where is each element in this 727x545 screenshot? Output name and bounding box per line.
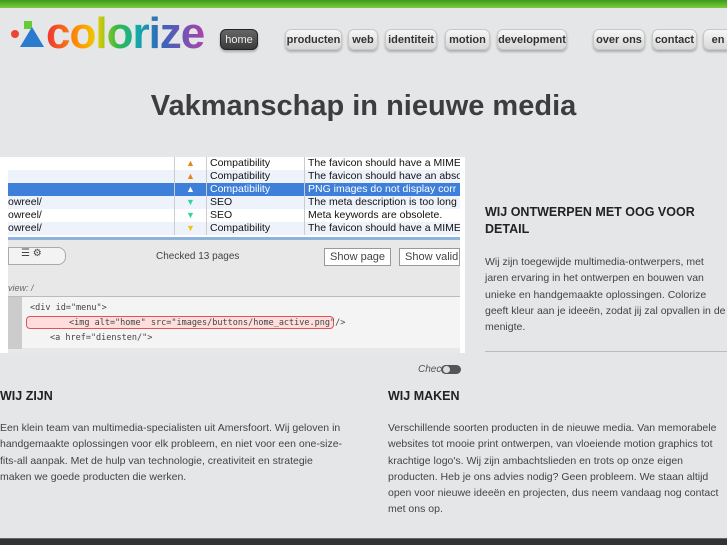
section-maken-text: Verschillende soorten producten in de ni…: [388, 422, 719, 516]
message-cell: PNG images do not display corr: [308, 183, 457, 195]
code-line: <a href="diensten/">: [50, 333, 153, 343]
show-page-button: Show page: [324, 248, 392, 266]
url-cell: owreel/: [8, 222, 175, 235]
category-cell: SEO: [207, 196, 305, 209]
code-line: <div id="menu">: [30, 303, 107, 313]
nav-identiteit[interactable]: identiteit: [385, 29, 437, 50]
nav-home[interactable]: home: [220, 29, 258, 50]
slide-caption: Chec: [418, 364, 462, 375]
info-yellow-icon: ▼: [175, 222, 207, 235]
category-cell: Compatibility: [207, 170, 305, 183]
nav-over-ons[interactable]: over ons: [593, 29, 645, 50]
table-row: owreel/▼ SEO Meta keywords are obsolete.: [8, 209, 460, 222]
section-zijn-title: WIJ ZIJN: [0, 389, 53, 403]
page-title: Vakmanschap in nieuwe media: [150, 90, 577, 122]
section-detail-title: WIJ ONTWERPEN MET OOG VOOR DETAIL: [485, 205, 695, 236]
warning-orange-icon: ▲: [175, 157, 207, 170]
message-cell: The favicon should have a MIME: [308, 157, 460, 169]
url-cell: [8, 170, 175, 183]
nav-en[interactable]: en: [703, 29, 727, 50]
screenshot-image: ▲ Compatibility The favicon should have a …: [0, 157, 465, 353]
logo-mark-icon: [11, 21, 44, 47]
show-valid-button: Show valid: [399, 248, 460, 266]
caption-text: Chec: [418, 364, 442, 375]
info-green-icon: ▼: [175, 209, 207, 222]
validator-panel: ☰ ⚙ Checked 13 pages Show page Show vali…: [8, 237, 460, 353]
divider: [485, 351, 727, 352]
message-cell: Meta keywords are obsolete.: [308, 209, 443, 221]
url-cell: owreel/: [8, 209, 175, 222]
category-cell: Compatibility: [207, 222, 305, 235]
view-label: view: /: [8, 283, 34, 293]
nav-web[interactable]: web: [348, 29, 378, 50]
table-row: ▲ Compatibility The favicon should have an…: [8, 170, 460, 183]
section-zijn-text: Een klein team van multimedia-specialist…: [0, 422, 343, 483]
code-line-highlighted: <img alt="home" src="images/buttons/home…: [69, 318, 346, 328]
warning-orange-icon: ▲: [175, 170, 207, 183]
message-cell: The favicon should have an abso: [308, 170, 460, 182]
warning-white-icon: ▲: [175, 183, 207, 196]
section-maken-title: WIJ MAKEN: [388, 389, 460, 403]
url-cell: [8, 183, 175, 196]
slider-toggle[interactable]: [441, 365, 462, 374]
table-row: owreel/▼ Compatibility The favicon should …: [8, 222, 460, 235]
top-accent-bar: [0, 0, 727, 8]
status-text: Checked 13 pages: [156, 251, 240, 262]
category-cell: SEO: [207, 209, 305, 222]
nav-contact[interactable]: contact: [652, 29, 697, 50]
logo[interactable]: colorize: [10, 9, 205, 58]
message-cell: The meta description is too long: [308, 196, 457, 208]
url-cell: owreel/: [8, 196, 175, 209]
table-row: ▲ Compatibility PNG images do not display …: [8, 183, 460, 196]
table-row: owreel/▼ SEO The meta description is too l…: [8, 196, 460, 209]
logo-text: colorize: [46, 9, 205, 58]
table-row: ▲ Compatibility The favicon should have a …: [8, 157, 460, 170]
view-toggle: ☰ ⚙: [8, 247, 66, 265]
message-cell: The favicon should have a MIME: [308, 222, 460, 234]
nav-development[interactable]: development: [497, 29, 567, 50]
code-view: <div id="menu"> <img alt="home" src="ima…: [8, 296, 460, 349]
category-cell: Compatibility: [207, 183, 305, 196]
info-green-icon: ▼: [175, 196, 207, 209]
nav-motion[interactable]: motion: [445, 29, 490, 50]
url-cell: [8, 157, 175, 170]
footer-bar: [0, 538, 727, 545]
nav-producten[interactable]: producten: [285, 29, 342, 50]
section-detail-text: Wij zijn toegewijde multimedia-ontwerper…: [485, 256, 726, 334]
category-cell: Compatibility: [207, 157, 305, 170]
